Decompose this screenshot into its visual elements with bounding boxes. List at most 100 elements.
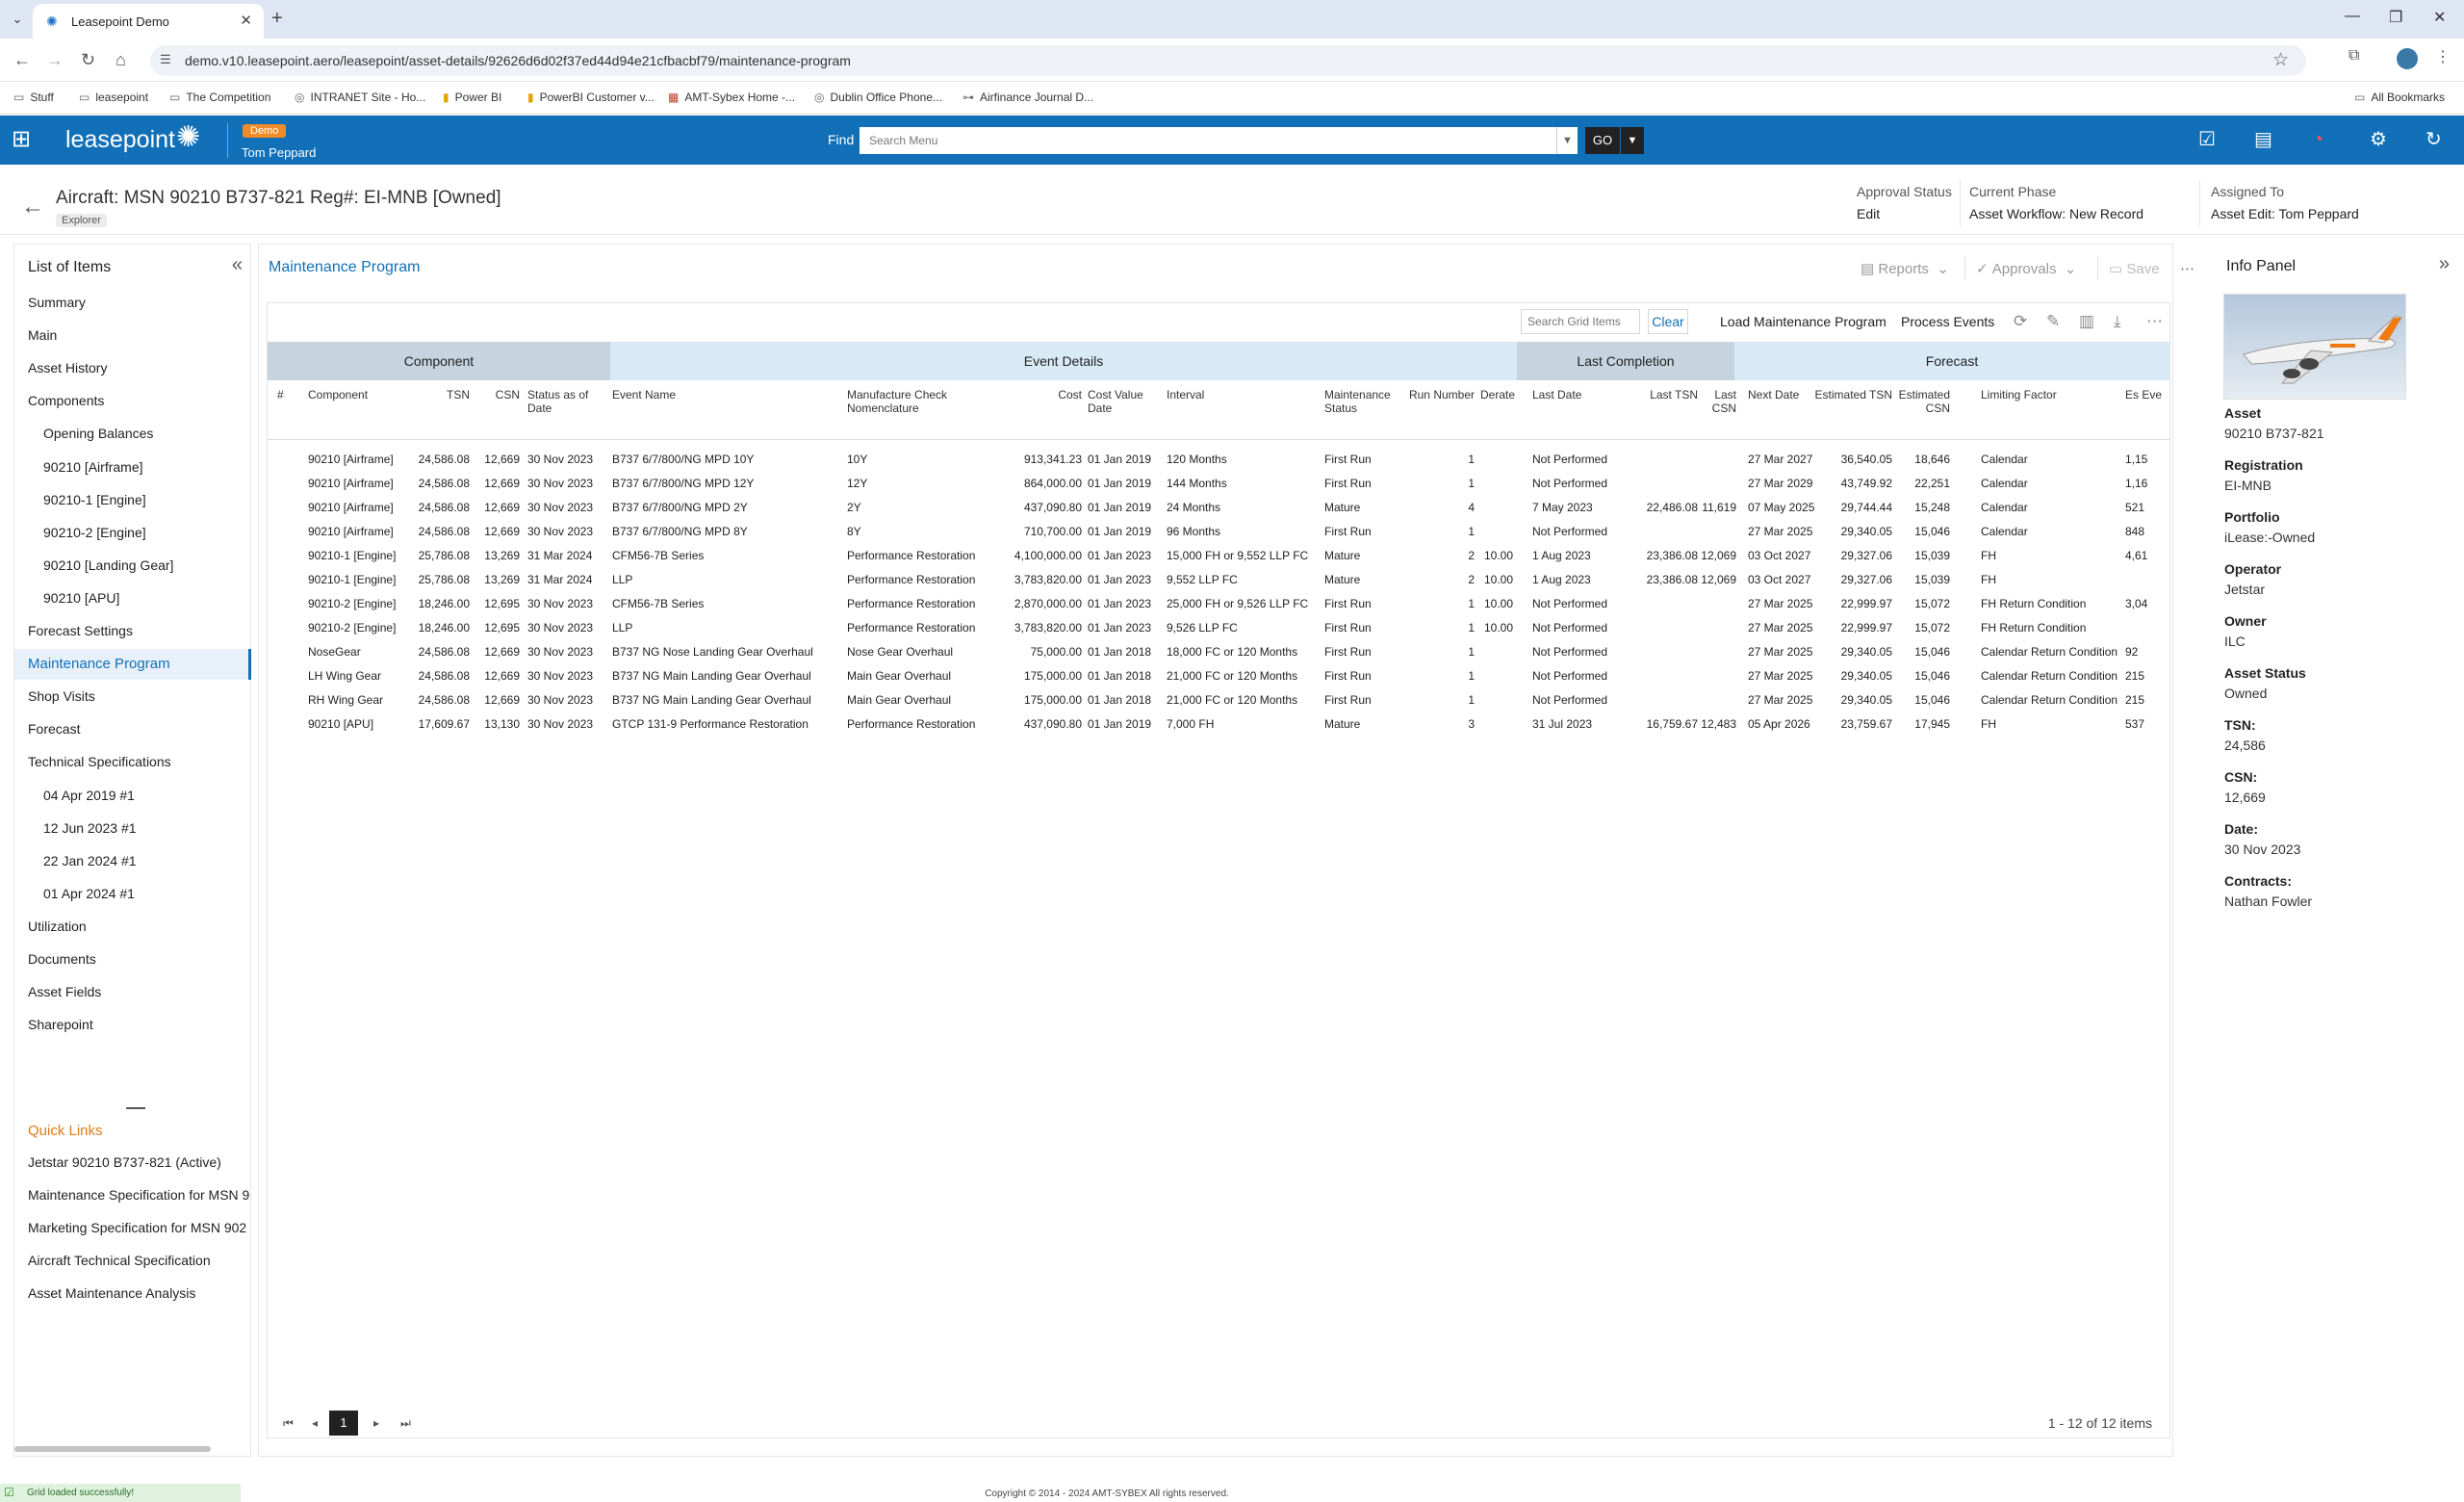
new-tab-icon[interactable]: + — [271, 8, 283, 30]
quick-link-item[interactable]: Asset Maintenance Analysis — [28, 1285, 249, 1301]
last-page-icon[interactable]: ⏭ — [400, 1416, 411, 1431]
table-row[interactable]: 90210-2 [Engine] 18,246.00 12,695 30 Nov 20… — [268, 592, 2169, 616]
table-row[interactable]: 90210-1 [Engine] 25,786.08 13,269 31 Mar 20… — [268, 568, 2169, 592]
sidebar-item[interactable]: Sharepoint — [28, 1017, 93, 1032]
bookmark-item[interactable]: ▮ Power BI — [443, 91, 501, 104]
next-page-icon[interactable]: ▸ — [373, 1416, 379, 1430]
current-page-button[interactable]: 1 — [329, 1411, 358, 1436]
column-header[interactable]: TSN — [391, 388, 470, 401]
sidebar-item[interactable]: Shop Visits — [28, 688, 95, 704]
sidebar-item[interactable]: 12 Jun 2023 #1 — [43, 820, 137, 836]
app-grid-icon[interactable]: ⊞ — [12, 128, 31, 151]
column-header[interactable]: Cost Value Date — [1088, 388, 1165, 415]
first-page-icon[interactable]: ⏮ — [283, 1416, 294, 1431]
column-header[interactable]: CSN — [472, 388, 520, 401]
column-header[interactable]: Event Name — [612, 388, 843, 401]
close-window-icon[interactable]: ✕ — [2433, 8, 2446, 27]
sidebar-item[interactable]: Asset Fields — [28, 984, 101, 999]
bookmark-item[interactable]: ▮ PowerBI Customer v... — [527, 91, 654, 104]
sidebar-item[interactable]: Forecast — [28, 721, 80, 737]
sidebar-item[interactable]: 90210 [APU] — [43, 590, 119, 606]
sidebar-item[interactable]: 04 Apr 2019 #1 — [43, 788, 135, 803]
collapse-left-icon[interactable]: « — [232, 254, 243, 276]
bookmark-item[interactable]: ◎ Dublin Office Phone... — [814, 91, 942, 104]
home-icon[interactable]: ⌂ — [116, 50, 126, 70]
trash-icon[interactable]: ▥ — [2079, 312, 2094, 331]
sidebar-item[interactable]: Components — [28, 393, 104, 408]
sidebar-item[interactable]: 90210-2 [Engine] — [43, 525, 146, 540]
sidebar-item[interactable]: 90210 [Landing Gear] — [43, 557, 173, 573]
bell-icon[interactable]: ◔ — [2312, 128, 2323, 151]
sidebar-item[interactable]: Documents — [28, 951, 96, 967]
column-header[interactable]: Status as of Date — [527, 388, 604, 415]
approvals-button[interactable]: ✓ Approvals ⌄ — [1976, 260, 2076, 277]
restore-icon[interactable]: ❐ — [2389, 8, 2402, 27]
all-bookmarks[interactable]: ▭ All Bookmarks — [2354, 91, 2445, 104]
column-header[interactable]: Interval — [1167, 388, 1321, 401]
resize-handle[interactable] — [126, 1107, 145, 1109]
prev-page-icon[interactable]: ◂ — [312, 1416, 318, 1430]
go-button[interactable]: GO — [1585, 127, 1620, 154]
chevron-down-icon[interactable]: ▼ — [1556, 127, 1578, 154]
explorer-chip[interactable]: Explorer — [56, 214, 107, 227]
table-row[interactable]: 90210 [Airframe] 24,586.08 12,669 30 Nov 20… — [268, 520, 2169, 544]
column-header[interactable]: Estimated TSN — [1808, 388, 1892, 401]
table-row[interactable]: 90210 [Airframe] 24,586.08 12,669 30 Nov 20… — [268, 496, 2169, 520]
site-info-icon[interactable]: ☰ — [160, 52, 171, 67]
go-dropdown-icon[interactable]: ▼ — [1621, 127, 1644, 154]
save-button[interactable]: ▭ Save — [2109, 260, 2160, 277]
column-header[interactable]: # — [277, 388, 296, 401]
quick-link-item[interactable]: Marketing Specification for MSN 902 — [28, 1220, 249, 1235]
more-options-icon[interactable]: ⋯ — [2146, 312, 2163, 331]
back-arrow-icon[interactable]: ← — [21, 194, 44, 220]
bookmark-item[interactable]: ▭ The Competition — [169, 91, 270, 104]
reload-icon[interactable]: ↻ — [81, 50, 95, 70]
bookmark-item[interactable]: ◎ INTRANET Site - Ho... — [295, 91, 425, 104]
reports-button[interactable]: ▤ Reports ⌄ — [1861, 260, 1949, 277]
download-icon[interactable]: ⤓ — [2114, 312, 2121, 331]
column-header[interactable]: Last TSN — [1586, 388, 1698, 401]
column-header[interactable]: Estimated CSN — [1881, 388, 1950, 415]
sidebar-item[interactable]: 90210-1 [Engine] — [43, 492, 146, 507]
logo[interactable]: leasepoint — [65, 126, 175, 154]
more-options-icon[interactable]: ⋯ — [2180, 260, 2194, 277]
table-row[interactable]: 90210-2 [Engine] 18,246.00 12,695 30 Nov 20… — [268, 616, 2169, 640]
tab-search-icon[interactable]: ⌄ — [8, 10, 27, 29]
sidebar-item[interactable]: Technical Specifications — [28, 754, 171, 769]
refresh-icon[interactable]: ↻ — [2426, 128, 2442, 151]
sidebar-item[interactable]: Summary — [28, 295, 86, 310]
quick-link-item[interactable]: Aircraft Technical Specification — [28, 1253, 249, 1268]
browser-tab[interactable]: ✺ Leasepoint Demo ✕ — [33, 4, 264, 39]
table-row[interactable]: RH Wing Gear 24,586.08 12,669 30 Nov 2023 B7… — [268, 688, 2169, 712]
bookmark-item[interactable]: ⊶ Airfinance Journal D... — [962, 91, 1093, 104]
sidebar-item[interactable]: Forecast Settings — [28, 623, 133, 638]
sidebar-item[interactable]: 01 Apr 2024 #1 — [43, 886, 135, 901]
column-header[interactable]: Es Eve — [2125, 388, 2169, 401]
sidebar-item[interactable]: Asset History — [28, 360, 107, 376]
sidebar-item[interactable]: 90210 [Airframe] — [43, 459, 143, 475]
column-header[interactable]: Limiting Factor — [1981, 388, 2116, 401]
bookmark-item[interactable]: ▭ Stuff — [13, 91, 54, 104]
column-header[interactable]: Derate — [1480, 388, 1515, 401]
sync-icon[interactable]: ⟳ — [2014, 312, 2027, 331]
sidebar-item[interactable]: 22 Jan 2024 #1 — [43, 853, 137, 868]
checklist-icon[interactable]: ☑ — [2198, 128, 2216, 151]
collapse-right-icon[interactable]: » — [2439, 253, 2450, 275]
minimize-icon[interactable]: — — [2345, 8, 2360, 25]
process-events-button[interactable]: Process Events — [1901, 314, 1994, 329]
table-row[interactable]: 90210 [APU] 17,609.67 13,130 30 Nov 2023 GTC… — [268, 712, 2169, 737]
bookmark-item[interactable]: ▦ AMT-Sybex Home -... — [668, 91, 795, 104]
grid-body[interactable]: Component Event Details Last Completion … — [268, 342, 2169, 1426]
back-icon[interactable]: ← — [13, 50, 31, 70]
quick-link-item[interactable]: Maintenance Specification for MSN 9 — [28, 1187, 249, 1203]
url-field[interactable]: ☰ demo.v10.leasepoint.aero/leasepoint/as… — [150, 45, 2306, 76]
search-menu-input[interactable] — [860, 127, 1556, 154]
sidebar-item[interactable]: Utilization — [28, 919, 87, 934]
close-tab-icon[interactable]: ✕ — [240, 12, 252, 29]
table-row[interactable]: 90210-1 [Engine] 25,786.08 13,269 31 Mar 20… — [268, 544, 2169, 568]
clear-button[interactable]: Clear — [1648, 309, 1688, 334]
column-header[interactable]: Cost — [957, 388, 1082, 401]
sidebar-item[interactable]: Main — [28, 327, 57, 343]
column-header[interactable]: Maintenance Status — [1324, 388, 1401, 415]
table-row[interactable]: NoseGear 24,586.08 12,669 30 Nov 2023 B737 N… — [268, 640, 2169, 664]
